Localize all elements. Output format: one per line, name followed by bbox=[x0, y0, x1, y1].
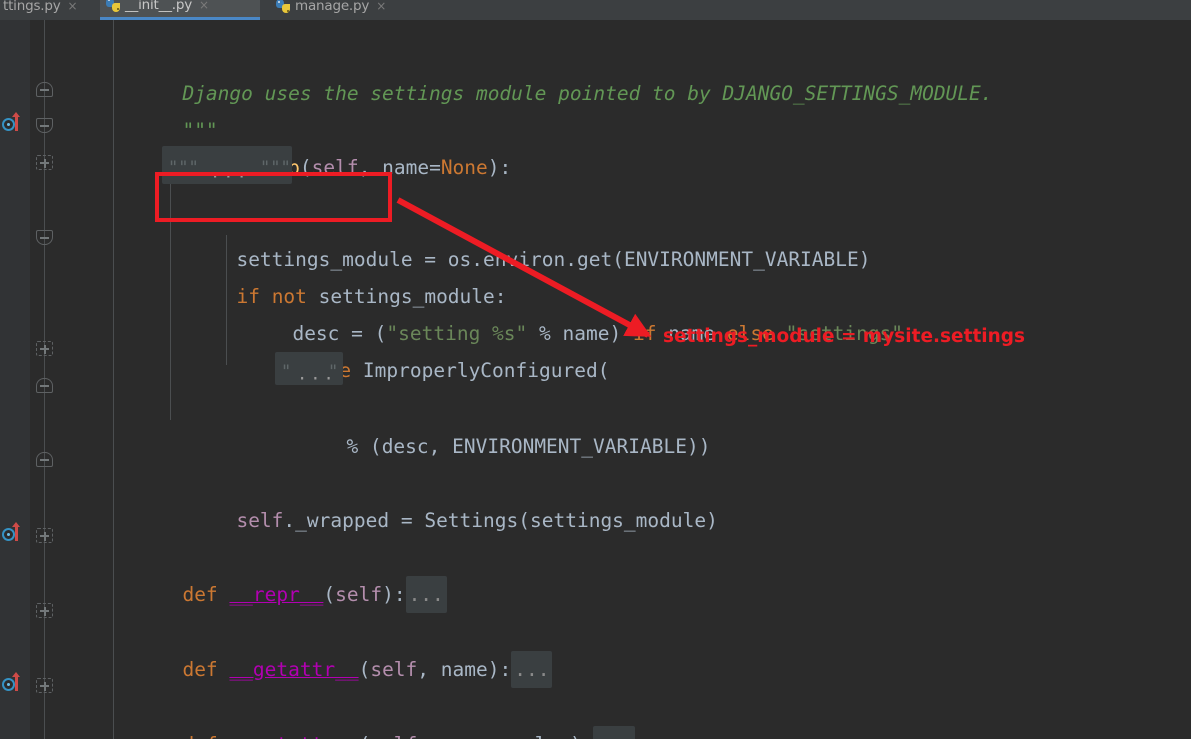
folded-docstring-block[interactable]: """ """ ··· bbox=[162, 146, 292, 187]
collapsed-body-chip[interactable]: ... bbox=[593, 725, 635, 739]
code-line-percent-args: % (desc, ENVIRONMENT_VARIABLE)) bbox=[346, 434, 711, 458]
code-line-if-not-settings-module: if not settings_module: bbox=[236, 284, 507, 308]
fold-marker-expand[interactable] bbox=[36, 678, 53, 693]
code-line-def-getattr: def __getattr__(self, name):... bbox=[112, 613, 553, 688]
close-icon[interactable]: × bbox=[376, 0, 386, 13]
close-icon[interactable]: × bbox=[199, 0, 209, 12]
python-file-icon bbox=[106, 0, 120, 12]
fold-marker-collapse[interactable] bbox=[36, 378, 53, 393]
code-line-def-setattr: def __setattr__(self, name, value):... bbox=[112, 688, 635, 739]
code-editor-area[interactable]: Django uses the settings module pointed … bbox=[100, 20, 1191, 739]
folded-string-block[interactable]: " " ··· bbox=[275, 352, 343, 389]
fold-marker-expand[interactable] bbox=[36, 155, 53, 170]
editor-tab-label: manage.py bbox=[295, 0, 370, 14]
code-line-def-repr: def __repr__(self):... bbox=[112, 538, 447, 613]
code-line-self-wrapped: self._wrapped = Settings(settings_module… bbox=[236, 508, 718, 532]
collapsed-body-chip[interactable]: ... bbox=[405, 575, 447, 613]
code-folding-gutter[interactable] bbox=[30, 20, 100, 739]
close-icon[interactable]: × bbox=[68, 0, 78, 13]
editor-tab-bar: ttings.py × __init__.py × manage.py × bbox=[0, 0, 1191, 20]
pycharm-editor-window: ttings.py × __init__.py × manage.py × Dj… bbox=[0, 0, 1191, 739]
code-line-docstring: Django uses the settings module pointed … bbox=[182, 81, 993, 105]
fold-marker-expand[interactable] bbox=[36, 603, 53, 618]
fold-marker-collapse[interactable] bbox=[36, 452, 53, 467]
editor-tab-init-py[interactable]: __init__.py × bbox=[100, 0, 260, 20]
code-line-assign-settings-module: settings_module = os.environ.get(ENVIRON… bbox=[236, 247, 871, 271]
python-file-icon bbox=[276, 0, 290, 13]
overrides-method-icon[interactable] bbox=[2, 522, 24, 543]
code-line-docstring-close: """ bbox=[182, 118, 218, 142]
code-line-desc-assign: desc = ("setting %s" % name) if name els… bbox=[292, 321, 904, 345]
collapsed-body-chip[interactable]: ... bbox=[511, 650, 553, 688]
code-line-raise-improperly-configured: raise ImproperlyConfigured( bbox=[292, 358, 610, 382]
editor-tab-manage-py[interactable]: manage.py × bbox=[270, 0, 420, 20]
editor-tab-label: __init__.py bbox=[125, 0, 193, 13]
fold-marker-collapse[interactable] bbox=[36, 82, 53, 97]
code-line-def-setup: def _setup(self, name=None): bbox=[112, 111, 511, 179]
self-param: self bbox=[311, 155, 359, 179]
overrides-method-icon[interactable] bbox=[2, 112, 24, 133]
editor-gutter[interactable] bbox=[0, 20, 30, 739]
overrides-method-icon[interactable] bbox=[2, 672, 24, 693]
editor-tab-label: ttings.py bbox=[3, 0, 61, 14]
fold-marker-expand[interactable] bbox=[36, 528, 53, 543]
fold-marker-collapse[interactable] bbox=[36, 230, 53, 245]
fold-marker-collapse[interactable] bbox=[36, 118, 53, 133]
editor-tab-settings-py[interactable]: ttings.py × bbox=[0, 0, 98, 20]
fold-marker-expand[interactable] bbox=[36, 341, 53, 356]
